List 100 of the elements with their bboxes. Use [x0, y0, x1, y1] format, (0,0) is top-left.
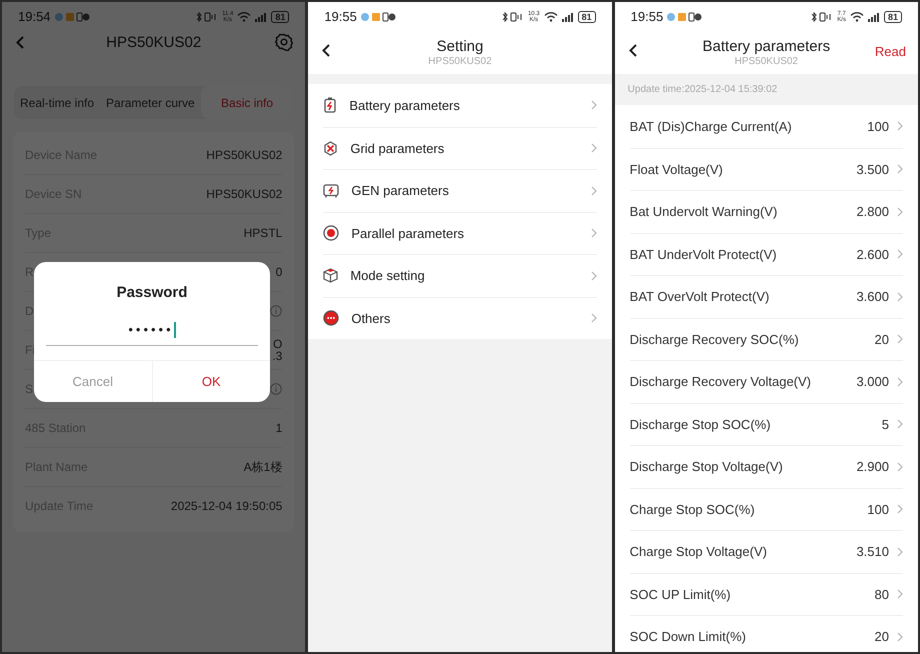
parameter-label: BAT (Dis)Charge Current(A): [630, 118, 793, 136]
parameter-row[interactable]: Charge Stop Voltage(V) 3.510: [630, 530, 903, 572]
chevron-right-icon: [590, 228, 597, 238]
parameter-label: Float Voltage(V): [630, 160, 724, 179]
parameter-value: 2.800: [856, 203, 889, 221]
chevron-right-icon: [896, 164, 903, 174]
notification-icons: [54, 12, 90, 22]
info-icon: [270, 305, 282, 317]
notification-icons: [666, 12, 702, 22]
parameter-row[interactable]: Bat Undervolt Warning(V) 2.800: [630, 190, 903, 232]
back-icon[interactable]: [628, 44, 637, 57]
menu-item-label: GEN parameters: [351, 182, 450, 200]
parameter-value: 3.500: [856, 160, 889, 178]
field-value: 2025-12-04 19:50:05: [170, 500, 282, 512]
parameter-label: Charge Stop Voltage(V): [630, 543, 768, 561]
parameter-row[interactable]: Float Voltage(V) 3.500: [630, 148, 903, 190]
settings-menu-item[interactable]: Grid parameters: [323, 126, 597, 169]
parameter-value: 5: [882, 416, 889, 434]
chevron-right-icon: [896, 121, 903, 132]
screen-title: Battery parameters: [702, 38, 830, 56]
wifi-signal-icons: [237, 12, 268, 22]
chevron-right-icon: [590, 270, 597, 281]
generator-icon: [323, 183, 340, 198]
parameter-value: 20: [874, 628, 889, 646]
field-value: O .3: [272, 338, 282, 362]
chevron-right-icon: [896, 546, 903, 557]
chevron-right-icon: [896, 206, 903, 217]
parameter-value: 100: [867, 500, 889, 518]
chevron-right-icon: [590, 186, 597, 196]
parameter-row[interactable]: BAT OverVolt Protect(V) 3.600: [630, 275, 903, 318]
dialog-title: Password: [116, 283, 188, 303]
chevron-right-icon: [590, 143, 597, 154]
screen-subtitle: HPS50KUS02: [428, 56, 492, 68]
parameter-row[interactable]: SOC Down Limit(%) 20: [630, 615, 903, 652]
parameter-label: SOC UP Limit(%): [630, 586, 732, 604]
notification-icons: [360, 12, 396, 22]
bluetooth-vibrate-icons: [502, 12, 524, 22]
cube-icon: [323, 268, 338, 284]
battery-level: 81: [884, 11, 902, 23]
parameter-label: Discharge Recovery SOC(%): [630, 330, 800, 349]
parameter-label: Discharge Recovery Voltage(V): [630, 373, 812, 391]
settings-menu-item[interactable]: Others: [323, 296, 597, 339]
battery-level: 81: [578, 11, 596, 23]
parameter-row[interactable]: Charge Stop SOC(%) 100: [630, 488, 903, 530]
field-value: HPS50KUS02: [206, 148, 282, 160]
bluetooth-vibrate-icons: [196, 12, 218, 22]
field-value: 1: [276, 422, 282, 434]
chevron-right-icon: [896, 462, 903, 472]
parameter-label: Discharge Stop SOC(%): [630, 416, 772, 434]
parameter-label: SOC Down Limit(%): [630, 628, 747, 646]
parameter-value: 80: [874, 586, 889, 604]
parameter-row[interactable]: Discharge Recovery Voltage(V) 3.000: [630, 360, 903, 402]
chevron-right-icon: [896, 632, 903, 642]
parameter-value: 2.600: [856, 246, 889, 264]
field-value: HPSTL: [244, 227, 282, 239]
parameter-row[interactable]: BAT UnderVolt Protect(V) 2.600: [630, 232, 903, 275]
battery-level: 81: [271, 11, 290, 23]
parameter-value: 100: [867, 118, 889, 136]
parameter-value: 3.000: [856, 373, 889, 391]
ok-button[interactable]: OK: [152, 361, 270, 402]
field-value: A栋1楼: [244, 461, 282, 473]
parameter-label: Discharge Stop Voltage(V): [630, 458, 784, 476]
settings-menu-item[interactable]: GEN parameters: [323, 169, 597, 212]
settings-menu-item[interactable]: Mode setting: [323, 254, 597, 296]
parameter-row[interactable]: Discharge Stop SOC(%) 5: [630, 402, 903, 445]
screen-subtitle: HPS50KUS02: [734, 56, 798, 68]
parameter-label: Bat Undervolt Warning(V): [630, 203, 778, 221]
parameter-row[interactable]: BAT (Dis)Charge Current(A) 100: [630, 105, 903, 148]
chevron-right-icon: [896, 292, 903, 302]
dots-circle-icon: [323, 310, 340, 326]
chevron-right-icon: [896, 504, 903, 514]
parameter-row[interactable]: Discharge Stop Voltage(V) 2.900: [630, 445, 903, 488]
parameter-label: BAT UnderVolt Protect(V): [630, 246, 778, 264]
menu-item-label: Others: [351, 310, 392, 328]
status-time: 19:55: [630, 8, 664, 26]
parameter-row[interactable]: Discharge Recovery SOC(%) 20: [630, 318, 903, 360]
screen-title: Setting: [436, 38, 484, 56]
read-button[interactable]: Read: [874, 42, 906, 62]
bluetooth-vibrate-icons: [811, 12, 834, 22]
status-time: 19:54: [18, 8, 51, 26]
menu-item-label: Battery parameters: [349, 96, 461, 115]
settings-icon[interactable]: [275, 33, 294, 51]
settings-menu-item[interactable]: Parallel parameters: [323, 212, 597, 254]
parameter-row[interactable]: SOC UP Limit(%) 80: [630, 572, 903, 615]
field-value: HPS50KUS02: [206, 188, 282, 200]
chevron-right-icon: [896, 419, 903, 430]
password-field[interactable]: ••••••: [46, 314, 258, 346]
wifi-signal-icons: [850, 12, 880, 22]
target-icon: [323, 225, 340, 242]
chevron-right-icon: [896, 249, 903, 260]
back-icon[interactable]: [322, 44, 330, 57]
update-time: Update time:2025-12-04 15:39:02: [628, 83, 778, 97]
settings-menu-item[interactable]: Battery parameters: [323, 84, 597, 126]
parameter-value: 3.600: [856, 288, 889, 306]
status-time: 19:55: [324, 8, 357, 26]
parameter-value: 20: [874, 330, 889, 348]
parameter-label: BAT OverVolt Protect(V): [630, 288, 770, 306]
chevron-right-icon: [896, 589, 903, 600]
parameter-value: 3.510: [856, 543, 889, 561]
parameter-label: Charge Stop SOC(%): [630, 500, 756, 519]
